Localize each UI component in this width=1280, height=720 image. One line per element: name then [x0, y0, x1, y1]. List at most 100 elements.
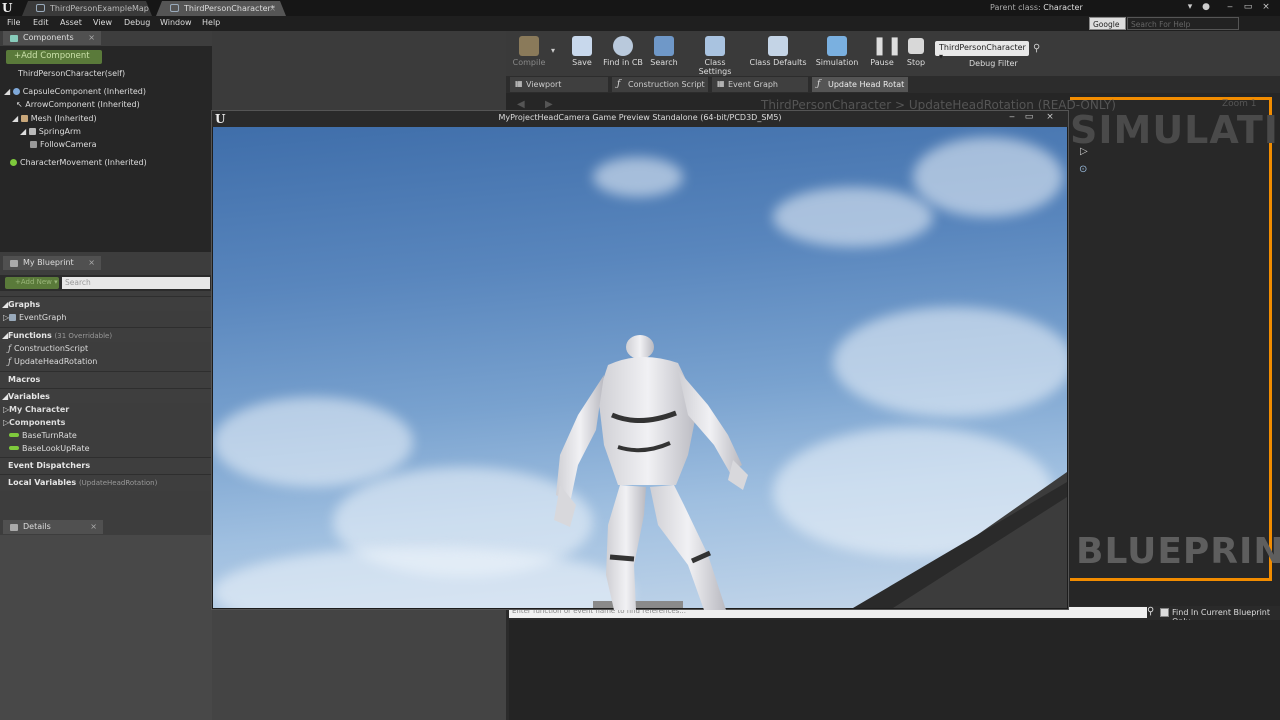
variables-header[interactable]: ◢ Variables	[0, 388, 212, 403]
close-icon[interactable]: ×	[88, 258, 95, 267]
component-followcamera[interactable]: FollowCamera	[30, 140, 97, 149]
menu-help[interactable]: Help	[202, 18, 220, 27]
viewport-icon: ▦	[515, 79, 523, 88]
menu-asset[interactable]: Asset	[60, 18, 82, 27]
variable-item-baseturnrate[interactable]: BaseTurnRate	[0, 429, 212, 442]
search-button[interactable]: Search	[641, 36, 687, 72]
tab-thirdperson-character[interactable]: ThirdPersonCharacter* ×	[156, 1, 286, 16]
component-charactermovement[interactable]: CharacterMovement (Inherited)	[10, 158, 147, 167]
search-icon[interactable]: ⚲	[1147, 606, 1154, 617]
graphs-header[interactable]: ◢ Graphs	[0, 296, 212, 311]
function-icon: ƒ	[8, 344, 11, 353]
minimize-icon[interactable]: ‒	[1005, 112, 1019, 123]
expand-arrow-icon[interactable]: ◢	[20, 127, 26, 136]
movement-icon	[10, 159, 17, 166]
search-input[interactable]: Search	[62, 277, 210, 289]
collapse-arrow-icon[interactable]: ◢	[2, 300, 8, 309]
macros-header[interactable]: Macros	[0, 371, 212, 388]
expand-arrow-icon[interactable]: ▷	[3, 418, 9, 427]
menu-file[interactable]: File	[7, 18, 20, 27]
close-icon[interactable]: ×	[88, 33, 95, 42]
menu-edit[interactable]: Edit	[33, 18, 49, 27]
float-variable-icon	[9, 446, 19, 450]
graph-item-eventgraph[interactable]: ▷ EventGraph	[0, 311, 212, 324]
chat-icon[interactable]: ▾	[1183, 2, 1197, 13]
function-icon: ƒ	[617, 79, 621, 89]
back-arrow-icon[interactable]: ◀	[517, 99, 525, 110]
components-tab[interactable]: Components ×	[3, 31, 101, 45]
menu-window[interactable]: Window	[160, 18, 192, 27]
unreal-logo-icon: U	[2, 1, 13, 15]
variable-group-components[interactable]: ▷ Components	[0, 416, 212, 429]
expand-arrow-icon[interactable]: ◢	[4, 87, 10, 96]
parent-class-link[interactable]: Character	[1043, 3, 1083, 12]
simulating-watermark: SIMULATING	[1070, 108, 1280, 152]
tab-construction-script[interactable]: ƒ Construction Script	[612, 77, 708, 92]
class-defaults-button[interactable]: Class Defaults	[749, 36, 807, 72]
add-component-button[interactable]: +Add Component	[6, 50, 102, 64]
component-self[interactable]: ThirdPersonCharacter(self)	[18, 69, 125, 78]
find-in-current-blueprint-checkbox[interactable]	[1160, 608, 1169, 617]
variable-item-baselookuprate[interactable]: BaseLookUpRate	[0, 442, 212, 455]
tab-thirdperson-example-map[interactable]: ThirdPersonExampleMap*	[22, 1, 152, 16]
close-icon[interactable]: ×	[269, 4, 276, 13]
editor-background-lower	[212, 610, 506, 720]
debug-filter-select[interactable]: ThirdPersonCharacter ▾	[935, 41, 1029, 61]
menu-view[interactable]: View	[93, 18, 112, 27]
component-mesh[interactable]: ◢ Mesh (Inherited)	[12, 114, 97, 123]
feedback-icon[interactable]: ●	[1199, 2, 1213, 13]
gear-icon	[519, 36, 539, 56]
forward-arrow-icon[interactable]: ▶	[545, 99, 553, 110]
binoculars-icon	[654, 36, 674, 56]
expand-arrow-icon[interactable]: ▷	[3, 313, 9, 322]
unreal-logo-icon: U	[215, 112, 226, 126]
tab-update-head-rotation[interactable]: ƒ Update Head Rotat	[812, 77, 908, 92]
details-icon	[10, 524, 18, 531]
find-in-cb-button[interactable]: Find in CB	[600, 36, 646, 72]
close-window-icon[interactable]: ×	[1259, 2, 1273, 13]
my-blueprint-tab[interactable]: My Blueprint ×	[3, 256, 101, 270]
save-button[interactable]: Save	[559, 36, 605, 72]
simulation-button[interactable]: Simulation	[813, 36, 861, 72]
pause-icon: ❚❚	[872, 35, 903, 56]
variable-group-my-character[interactable]: ▷ My Character	[0, 403, 212, 416]
menu-debug[interactable]: Debug	[124, 18, 150, 27]
local-variables-header[interactable]: Local Variables (UpdateHeadRotation)	[0, 474, 212, 491]
blueprint-watermark: BLUEPRINT	[1076, 531, 1280, 572]
add-new-button[interactable]: +Add New ▾	[5, 277, 59, 289]
float-variable-icon	[9, 433, 19, 437]
close-icon[interactable]: ×	[90, 522, 97, 531]
stop-button[interactable]: Stop	[893, 36, 939, 72]
blueprint-icon	[10, 260, 18, 267]
game-window-title: MyProjectHeadCamera Game Preview Standal…	[498, 113, 782, 122]
exec-pin-icon[interactable]: ▷	[1080, 146, 1088, 157]
data-pin-icon[interactable]: ⊙	[1079, 164, 1087, 175]
collapse-arrow-icon[interactable]: ◢	[2, 331, 8, 340]
class-settings-button[interactable]: Class Settings	[687, 36, 743, 76]
debug-search-icon[interactable]: ⚲	[1033, 43, 1040, 54]
component-arrow[interactable]: ↖ ArrowComponent (Inherited)	[16, 100, 140, 109]
collapse-arrow-icon[interactable]: ◢	[2, 392, 8, 401]
event-dispatchers-header[interactable]: Event Dispatchers	[0, 457, 212, 474]
tab-event-graph[interactable]: ▦ Event Graph	[712, 77, 808, 92]
mesh-icon	[20, 115, 28, 122]
component-capsule[interactable]: ◢ CapsuleComponent (Inherited)	[4, 87, 146, 96]
functions-header[interactable]: ◢ Functions (31 Overridable)	[0, 327, 212, 342]
map-icon	[36, 4, 45, 12]
details-tab[interactable]: Details ×	[3, 520, 103, 534]
details-panel	[0, 535, 212, 720]
maximize-icon[interactable]: ▭	[1022, 112, 1036, 123]
minimize-icon[interactable]: ‒	[1223, 2, 1237, 13]
search-engine-select[interactable]: Google ▾	[1089, 17, 1126, 38]
function-item-constructionscript[interactable]: ƒ ConstructionScript	[0, 342, 212, 355]
help-search-input[interactable]: Search For Help	[1127, 17, 1239, 30]
expand-arrow-icon[interactable]: ▷	[3, 405, 9, 414]
function-item-updateheadrotation[interactable]: ƒ UpdateHeadRotation	[0, 355, 212, 368]
compile-options-chevron-icon[interactable]: ▾	[551, 46, 555, 55]
maximize-icon[interactable]: ▭	[1241, 2, 1255, 13]
tab-viewport[interactable]: ▦ Viewport	[510, 77, 608, 92]
close-window-icon[interactable]: ×	[1043, 112, 1057, 123]
component-springarm[interactable]: ◢ SpringArm	[20, 127, 81, 136]
compile-button[interactable]: Compile	[506, 36, 552, 72]
expand-arrow-icon[interactable]: ◢	[12, 114, 18, 123]
